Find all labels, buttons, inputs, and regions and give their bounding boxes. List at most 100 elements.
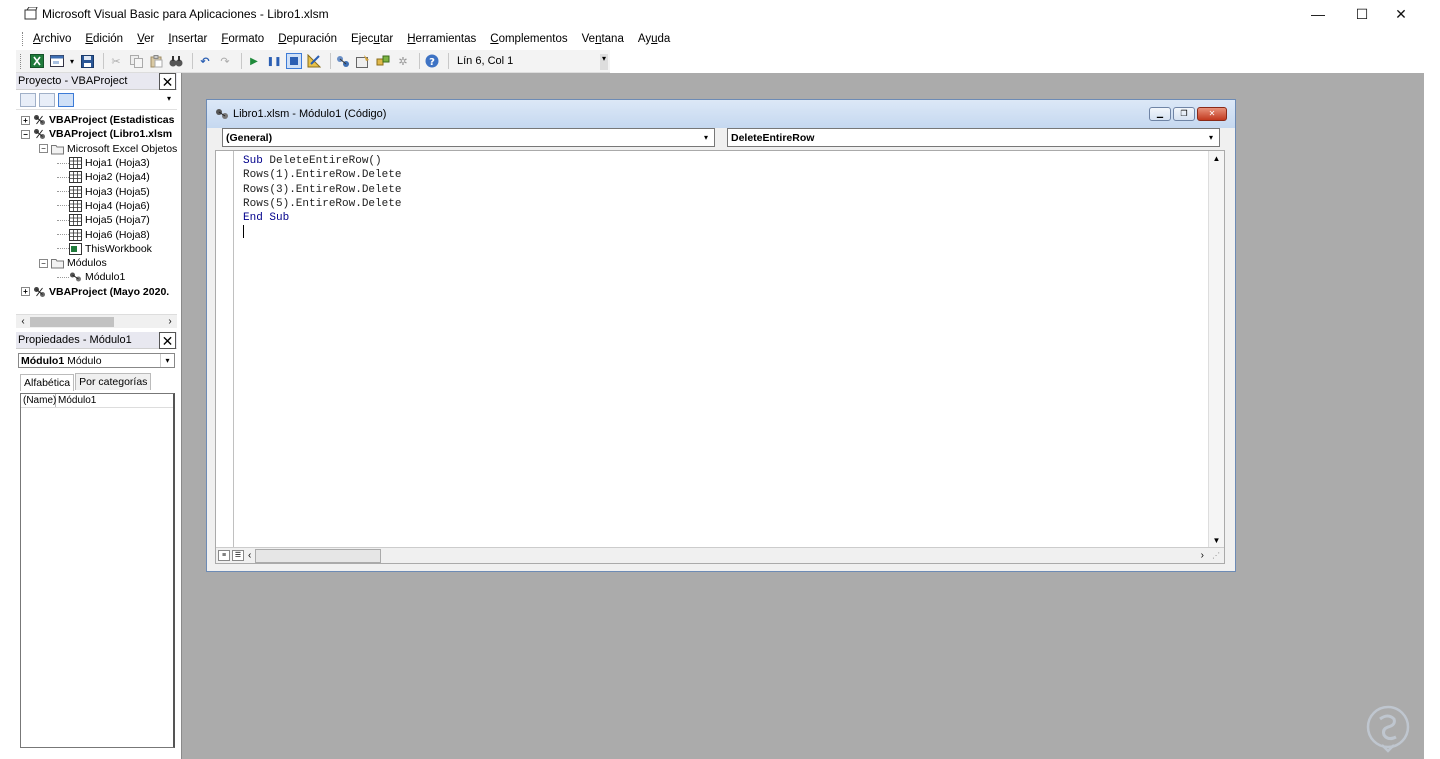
menu-herramientas[interactable]: Herramientas: [407, 33, 476, 45]
tab-por-categorias[interactable]: Por categorías: [75, 373, 152, 390]
project-explorer-pane: Proyecto - VBAProject ✕ ▾ + VBAProject (E…: [16, 73, 177, 328]
tree-item[interactable]: Hoja3 (Hoja5): [16, 184, 177, 198]
reset-icon[interactable]: [286, 53, 302, 69]
property-row[interactable]: (Name) Módulo1: [21, 394, 173, 408]
minimize-button[interactable]: —: [1295, 0, 1341, 28]
code-line[interactable]: End Sub: [243, 211, 401, 225]
chevron-down-icon[interactable]: ▾: [699, 130, 713, 145]
menu-complementos[interactable]: Complementos: [490, 33, 567, 45]
scroll-left-icon[interactable]: ‹: [16, 316, 30, 327]
tree-item[interactable]: + VBAProject (Estadisticas: [16, 113, 177, 127]
scrollbar-thumb[interactable]: [255, 548, 382, 563]
chevron-down-icon[interactable]: ▾: [1204, 130, 1218, 145]
procedure-view-icon[interactable]: ≡: [218, 550, 230, 561]
view-object-icon[interactable]: [39, 92, 55, 107]
undo-icon[interactable]: ↶: [197, 53, 213, 69]
copy-icon[interactable]: [128, 53, 144, 69]
toolbar-grip[interactable]: [20, 53, 23, 69]
object-selector[interactable]: Módulo1 Módulo ▾: [18, 353, 175, 368]
break-icon[interactable]: ❚❚: [266, 53, 282, 69]
collapse-icon[interactable]: −: [39, 258, 48, 268]
chevron-down-icon[interactable]: ▾: [160, 354, 174, 367]
code-horizontal-scrollbar[interactable]: ‹: [248, 548, 382, 563]
tree-item[interactable]: Hoja1 (Hoja3): [16, 156, 177, 170]
text-caret: [243, 225, 244, 238]
run-icon[interactable]: ▶: [246, 53, 262, 69]
collapse-icon[interactable]: −: [21, 129, 30, 139]
expand-icon[interactable]: +: [21, 287, 30, 297]
paste-icon[interactable]: [148, 53, 164, 69]
excel-icon[interactable]: [29, 53, 45, 69]
code-editor[interactable]: Sub DeleteEntireRow() Rows(1).EntireRow.D…: [215, 150, 1225, 564]
full-module-view-icon[interactable]: ☰: [232, 550, 244, 561]
menu-grip[interactable]: [22, 32, 25, 46]
tree-item[interactable]: Módulo1: [16, 270, 177, 284]
menu-depuracion[interactable]: Depuración: [278, 33, 337, 45]
resize-grip-icon[interactable]: ⋰: [1212, 551, 1222, 561]
scroll-down-icon[interactable]: ▾: [167, 94, 175, 106]
code-line[interactable]: Rows(5).EntireRow.Delete: [243, 197, 401, 211]
menu-formato[interactable]: Formato: [221, 33, 264, 45]
tree-item[interactable]: Hoja2 (Hoja4): [16, 170, 177, 184]
toolbar-options-icon[interactable]: ▾: [600, 54, 608, 70]
design-mode-icon[interactable]: [306, 53, 322, 69]
chevron-down-icon[interactable]: ▾: [69, 53, 75, 69]
project-pane-close-icon[interactable]: ✕: [159, 73, 176, 90]
collapse-icon[interactable]: −: [39, 144, 48, 154]
close-button[interactable]: ✕: [1378, 0, 1424, 28]
help-icon[interactable]: ?: [424, 53, 440, 69]
code-window-titlebar: Libro1.xlsm - Módulo1 (Código) ▁ ❐ ✕: [207, 100, 1235, 128]
tree-item-label: ThisWorkbook: [85, 242, 152, 255]
tab-alfabetica[interactable]: Alfabética: [20, 374, 75, 391]
scroll-right-icon[interactable]: ›: [163, 316, 177, 327]
redo-icon[interactable]: ↷: [217, 53, 233, 69]
code-token: Rows(3).EntireRow.Delete: [243, 183, 402, 196]
menu-ventana[interactable]: Ventana: [582, 33, 624, 45]
tree-item[interactable]: Hoja6 (Hoja8): [16, 227, 177, 241]
insert-userform-icon[interactable]: [49, 53, 65, 69]
object-browser-icon[interactable]: [375, 53, 391, 69]
cut-icon[interactable]: ✂: [108, 53, 124, 69]
expand-icon[interactable]: +: [21, 115, 30, 125]
code-margin[interactable]: [216, 151, 234, 549]
menu-archivo[interactable]: Archivo: [33, 33, 71, 45]
tree-item[interactable]: − VBAProject (Libro1.xlsm: [16, 127, 177, 141]
properties-icon[interactable]: [355, 53, 371, 69]
tree-item[interactable]: ThisWorkbook: [16, 242, 177, 256]
code-text[interactable]: Sub DeleteEntireRow() Rows(1).EntireRow.D…: [243, 154, 401, 225]
code-restore-icon[interactable]: ❐: [1173, 107, 1195, 121]
view-code-icon[interactable]: [20, 92, 36, 107]
menu-ejecutar[interactable]: Ejecutar: [351, 33, 393, 45]
menu-edicion[interactable]: Edición: [85, 33, 123, 45]
menu-ayuda[interactable]: Ayuda: [638, 33, 670, 45]
object-type: Módulo: [67, 354, 102, 367]
tree-item[interactable]: Hoja5 (Hoja7): [16, 213, 177, 227]
procedure-combo[interactable]: DeleteEntireRow ▾: [727, 128, 1220, 147]
property-value[interactable]: Módulo1: [56, 395, 96, 406]
scroll-up-icon[interactable]: ▲: [1209, 151, 1224, 167]
code-close-icon[interactable]: ✕: [1197, 107, 1227, 121]
scrollbar-thumb[interactable]: [30, 316, 114, 327]
tree-item[interactable]: − Microsoft Excel Objetos: [16, 142, 177, 156]
tree-item[interactable]: − Módulos: [16, 256, 177, 270]
code-line[interactable]: Sub DeleteEntireRow(): [243, 154, 401, 168]
scroll-left-icon[interactable]: ‹: [248, 550, 251, 561]
code-line[interactable]: Rows(3).EntireRow.Delete: [243, 183, 401, 197]
project-horizontal-scrollbar[interactable]: ‹ ›: [16, 314, 177, 328]
toolbox-icon[interactable]: ✲: [395, 53, 411, 69]
object-combo[interactable]: (General) ▾: [222, 128, 715, 147]
tree-item[interactable]: Hoja4 (Hoja6): [16, 199, 177, 213]
code-line[interactable]: Rows(1).EntireRow.Delete: [243, 168, 401, 182]
find-icon[interactable]: [168, 53, 184, 69]
save-icon[interactable]: [79, 53, 95, 69]
tree-item[interactable]: + VBAProject (Mayo 2020.: [16, 285, 177, 299]
code-vertical-scrollbar[interactable]: ▲ ▼: [1208, 151, 1224, 549]
menu-insertar[interactable]: Insertar: [168, 33, 207, 45]
code-minimize-icon[interactable]: ▁: [1149, 107, 1171, 121]
code-token: Rows(5).EntireRow.Delete: [243, 197, 402, 210]
scroll-right-icon[interactable]: ›: [1201, 550, 1204, 561]
toggle-folders-icon[interactable]: [58, 92, 74, 107]
menu-ver[interactable]: Ver: [137, 33, 154, 45]
project-explorer-icon[interactable]: [335, 53, 351, 69]
properties-pane-close-icon[interactable]: ✕: [159, 332, 176, 349]
